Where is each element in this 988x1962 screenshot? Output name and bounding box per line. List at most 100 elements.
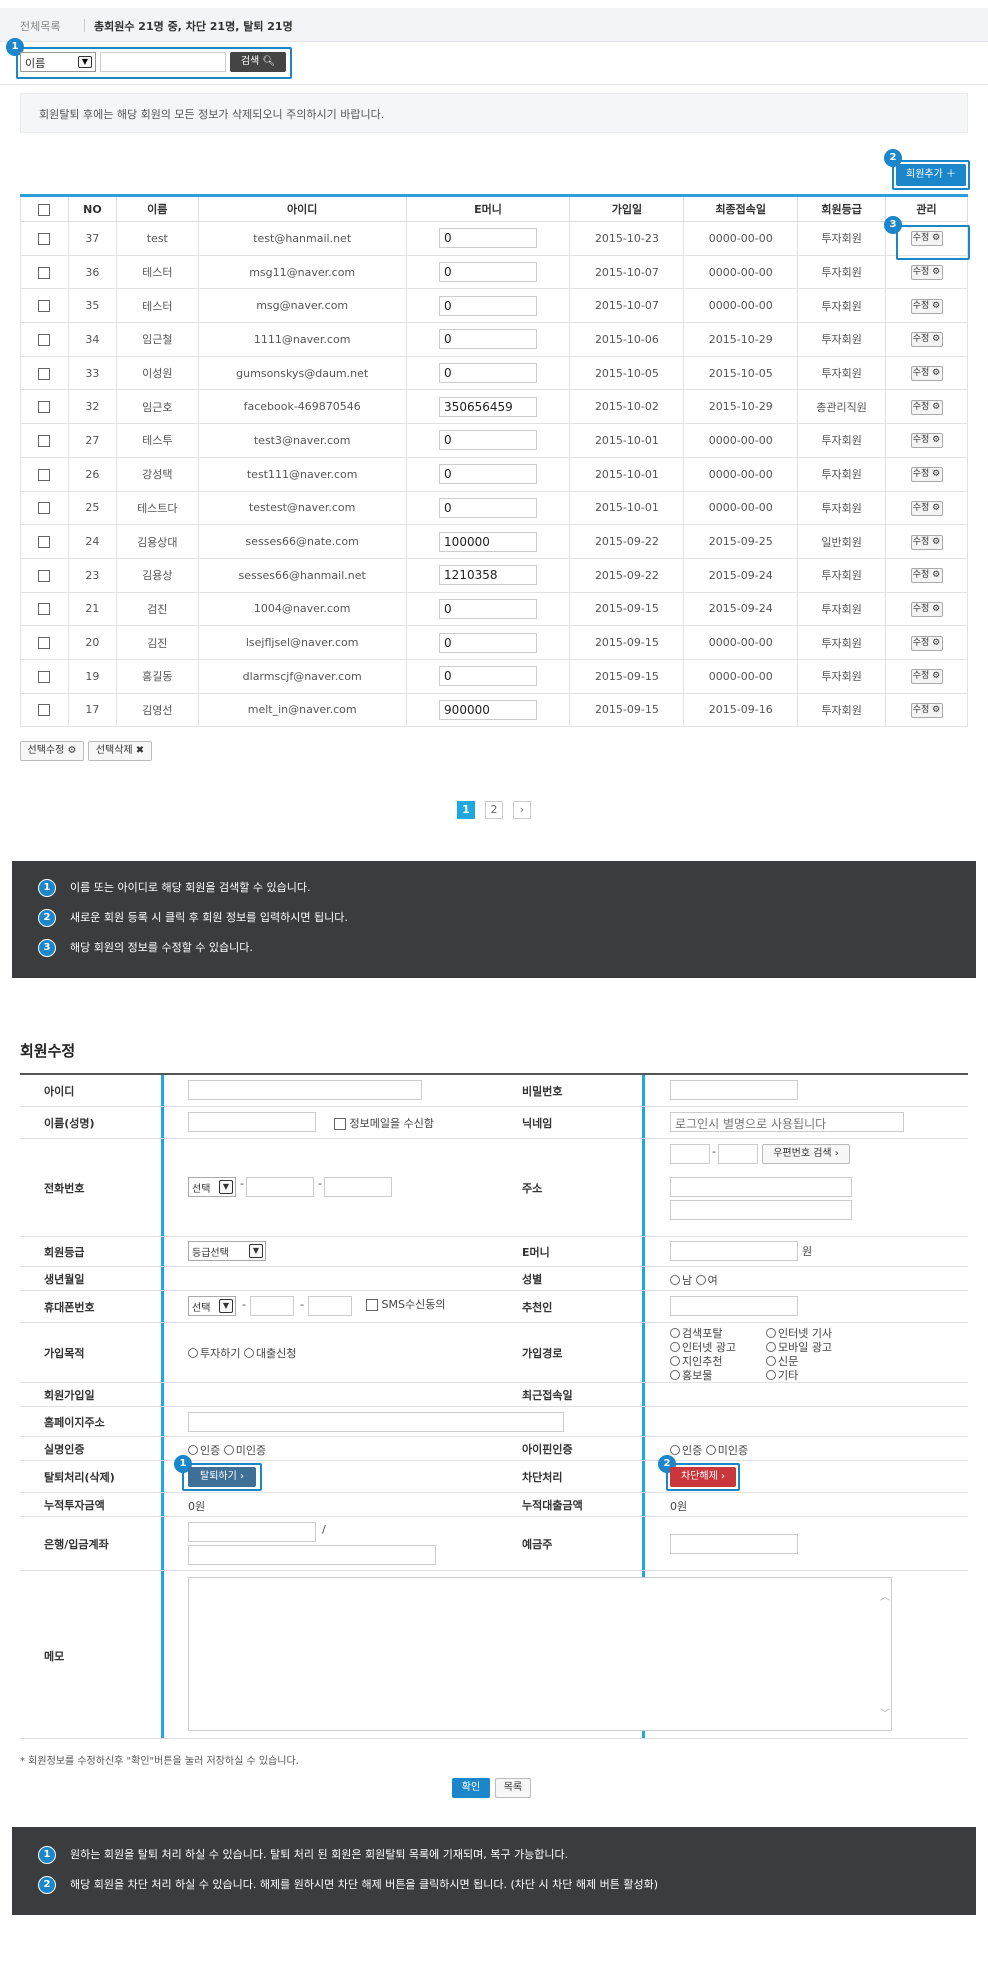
row-checkbox[interactable] [38, 637, 51, 650]
emoney-input[interactable]: 0 [439, 598, 538, 619]
gender-male-radio[interactable] [670, 1275, 680, 1285]
homepage-field[interactable] [188, 1412, 564, 1432]
row-checkbox[interactable] [38, 536, 51, 549]
edit-button[interactable]: 수정 ⚙ [910, 332, 943, 348]
row-checkbox-cell[interactable] [20, 658, 69, 694]
edit-button[interactable]: 수정 ⚙ [910, 601, 943, 617]
page-1[interactable]: 1 [457, 801, 475, 819]
memo-textarea[interactable]: ︿ ﹀ [188, 1577, 892, 1731]
route-radio[interactable] [670, 1370, 680, 1380]
emoney-input[interactable]: 100000 [439, 531, 538, 552]
edit-button[interactable]: 수정 ⚙ [910, 534, 943, 550]
edit-button[interactable]: 수정 ⚙ [910, 702, 943, 718]
account-number-field[interactable] [188, 1545, 436, 1565]
row-checkbox-cell[interactable] [20, 692, 69, 728]
mail-opt-checkbox[interactable] [334, 1118, 346, 1130]
emoney-input[interactable]: 0 [439, 464, 538, 485]
purpose-options[interactable]: 투자하기 대출신청 [188, 1345, 296, 1361]
id-field[interactable] [188, 1080, 422, 1100]
gender-female-radio[interactable] [695, 1275, 706, 1285]
emoney-input[interactable]: 350656459 [439, 396, 538, 417]
mobile-middle-field[interactable] [250, 1296, 294, 1316]
name-field[interactable] [188, 1112, 316, 1132]
recommender-field[interactable] [670, 1296, 798, 1316]
emoney-input[interactable]: 0 [439, 329, 538, 350]
purpose-loan-radio[interactable] [243, 1348, 254, 1358]
grade-select[interactable]: 등급선택 ▼ [188, 1241, 266, 1261]
add-member-button[interactable]: 회원추가 ＋ [896, 164, 966, 186]
row-checkbox-cell[interactable] [20, 355, 69, 391]
row-checkbox-cell[interactable] [20, 322, 69, 357]
confirm-button[interactable]: 확인 [452, 1778, 490, 1798]
row-checkbox-cell[interactable] [20, 625, 69, 660]
route-radio[interactable] [766, 1370, 776, 1380]
edit-button[interactable]: 수정 ⚙ [910, 467, 943, 483]
emoney-input[interactable]: 0 [439, 666, 538, 687]
sms-opt-in[interactable]: SMS수신동의 [366, 1296, 445, 1312]
row-checkbox[interactable] [38, 603, 51, 616]
row-checkbox-cell[interactable] [20, 389, 69, 425]
unblock-button[interactable]: 차단해제 › [670, 1467, 736, 1487]
route-radio[interactable] [670, 1342, 680, 1352]
row-checkbox[interactable] [38, 266, 51, 279]
realname-auth-options[interactable]: 인증 미인증 [188, 1442, 266, 1458]
address-field-1[interactable] [670, 1177, 852, 1197]
edit-button[interactable]: 수정 ⚙ [910, 265, 943, 281]
auth-yes-radio[interactable] [188, 1445, 198, 1455]
row-checkbox-cell[interactable] [20, 524, 69, 559]
withdraw-button[interactable]: 탈퇴하기 › [188, 1467, 256, 1487]
bulk-edit-button[interactable]: 선택수정 ⚙ [20, 741, 84, 761]
edit-button[interactable]: 수정 ⚙ [910, 298, 943, 314]
edit-button[interactable]: 수정 ⚙ [910, 399, 943, 415]
row-checkbox[interactable] [38, 333, 51, 346]
emoney-input[interactable]: 0 [439, 228, 538, 249]
zipcode-search-button[interactable]: 우편번호 검색 › [762, 1144, 850, 1164]
next-page-button[interactable]: › [513, 801, 531, 819]
sms-checkbox[interactable] [366, 1299, 378, 1311]
row-checkbox-cell[interactable] [20, 557, 69, 593]
nickname-field[interactable]: 로그인시 별명으로 사용됩니다 [670, 1112, 904, 1132]
row-checkbox-cell[interactable] [20, 221, 69, 256]
route-radio[interactable] [766, 1328, 776, 1338]
depositor-field[interactable] [670, 1534, 798, 1554]
select-all-checkbox[interactable] [38, 203, 51, 216]
row-checkbox-cell[interactable] [20, 254, 69, 290]
edit-button[interactable]: 수정 ⚙ [910, 500, 943, 516]
row-checkbox[interactable] [38, 300, 51, 313]
mobile-prefix-select[interactable]: 선택 ▼ [188, 1296, 236, 1316]
phone-prefix-select[interactable]: 선택 ▼ [188, 1177, 236, 1197]
row-checkbox-cell[interactable] [20, 456, 69, 492]
row-checkbox[interactable] [38, 468, 51, 481]
bulk-delete-button[interactable]: 선택삭제 ✖ [88, 741, 152, 761]
ipin-yes-radio[interactable] [670, 1445, 680, 1455]
purpose-invest-radio[interactable] [188, 1348, 198, 1358]
row-checkbox[interactable] [38, 704, 51, 717]
row-checkbox-cell[interactable] [20, 591, 69, 627]
emoney-input[interactable]: 0 [439, 262, 538, 283]
row-checkbox[interactable] [38, 401, 51, 414]
emoney-input[interactable]: 0 [439, 295, 538, 316]
page-2[interactable]: 2 [485, 801, 503, 819]
route-radio[interactable] [766, 1356, 776, 1366]
route-radio[interactable] [670, 1328, 680, 1338]
phone-middle-field[interactable] [246, 1177, 314, 1197]
emoney-input[interactable]: 0 [439, 497, 538, 518]
mobile-last-field[interactable] [308, 1296, 352, 1316]
address-field-2[interactable] [670, 1200, 852, 1220]
row-checkbox[interactable] [38, 367, 51, 380]
scroll-down-icon[interactable]: ﹀ [879, 1705, 891, 1720]
row-checkbox[interactable] [38, 232, 51, 245]
ipin-auth-options[interactable]: 인증 미인증 [670, 1442, 748, 1458]
phone-last-field[interactable] [324, 1177, 392, 1197]
route-radio[interactable] [766, 1342, 776, 1352]
emoney-input[interactable]: 900000 [439, 699, 538, 720]
route-option[interactable]: 홍보물 [670, 1367, 712, 1383]
row-checkbox[interactable] [38, 569, 51, 582]
edit-button[interactable]: 수정 ⚙ [910, 568, 943, 584]
route-option[interactable]: 기타 [766, 1367, 798, 1383]
scroll-up-icon[interactable]: ︿ [879, 1588, 891, 1603]
edit-button[interactable]: 수정 ⚙ [910, 366, 943, 382]
search-button[interactable]: 검색 🔍︎ [230, 52, 286, 72]
route-radio[interactable] [670, 1356, 680, 1366]
gender-options[interactable]: 남 여 [670, 1272, 718, 1288]
